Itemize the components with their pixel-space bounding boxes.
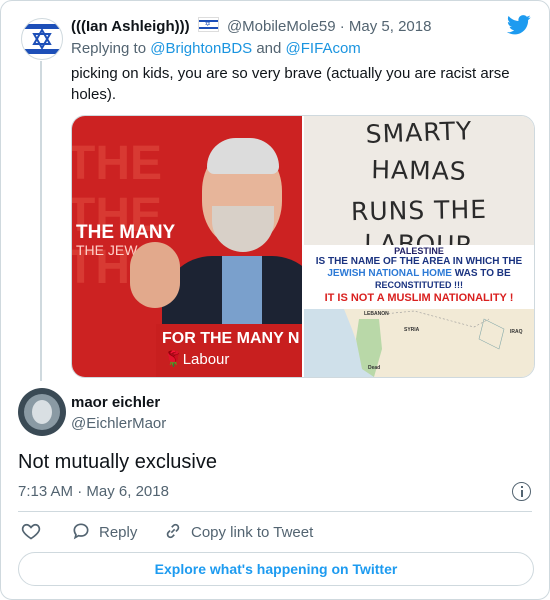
tweet-text: Not mutually exclusive bbox=[18, 451, 217, 473]
tweet-text: picking on kids, you are so very brave (… bbox=[71, 65, 510, 103]
israel-flag-icon: ✡ bbox=[197, 17, 219, 32]
star-of-david-icon bbox=[32, 27, 52, 51]
parent-tweet: (((Ian Ashleigh))) ✡ @MobileMole59 · May… bbox=[1, 1, 549, 381]
explore-button[interactable]: Explore what's happening on Twitter bbox=[18, 552, 534, 586]
poster-line: JEWISH NATIONAL HOME WAS TO BE bbox=[327, 268, 511, 279]
avatar[interactable] bbox=[21, 18, 63, 60]
replying-to: Replying to @BrightonBDS and @FIFAcom bbox=[71, 40, 361, 57]
avatar[interactable] bbox=[18, 388, 66, 436]
person-beard bbox=[212, 206, 274, 252]
reply-button[interactable]: Reply bbox=[71, 521, 137, 544]
handwritten-line: LABOUR bbox=[363, 229, 475, 245]
handwritten-line: HAMAS bbox=[371, 155, 467, 186]
embedded-tweet-card: (((Ian Ashleigh))) ✡ @MobileMole59 · May… bbox=[0, 0, 550, 600]
like-button[interactable] bbox=[21, 521, 41, 544]
divider bbox=[18, 511, 532, 512]
parent-tweet-header: (((Ian Ashleigh))) ✡ @MobileMole59 · May… bbox=[71, 17, 431, 37]
tweet-date[interactable]: May 5, 2018 bbox=[349, 18, 432, 35]
banner-text: THE MANY bbox=[76, 222, 176, 243]
link-icon bbox=[166, 523, 180, 539]
thread-connector bbox=[40, 61, 42, 381]
person-hand bbox=[130, 242, 180, 308]
map-label: LEBANON bbox=[364, 311, 389, 317]
poster-headline: IT IS NOT A MUSLIM NATIONALITY ! bbox=[324, 292, 514, 304]
media-grid[interactable]: THE THE THE THE MANY THE JEW FOR THE MANY … bbox=[71, 115, 535, 378]
poster-map: LEBANON SYRIA IRAQ Dead bbox=[304, 309, 534, 377]
handwritten-line: RUNS THE bbox=[350, 194, 488, 227]
poster-line: RECONSTITUTED !!! bbox=[375, 280, 463, 290]
map-label: SYRIA bbox=[404, 327, 420, 333]
handle[interactable]: @EichlerMaor bbox=[71, 414, 166, 434]
reply-label: Reply bbox=[99, 524, 138, 541]
map-label: Dead bbox=[368, 365, 381, 371]
tweet-timestamp[interactable]: 7:13 AM · May 6, 2018 bbox=[18, 482, 169, 502]
person-hair bbox=[207, 138, 279, 174]
sign-text: 🌹Labour bbox=[164, 351, 230, 368]
sign-text: FOR THE MANY N bbox=[162, 330, 300, 347]
copy-link-button[interactable]: Copy link to Tweet bbox=[163, 521, 313, 544]
separator: · bbox=[339, 18, 345, 35]
mention-link[interactable]: @BrightonBDS bbox=[150, 40, 252, 57]
heart-icon bbox=[21, 523, 41, 540]
map-label: IRAQ bbox=[510, 329, 523, 335]
copy-link-label: Copy link to Tweet bbox=[191, 524, 314, 541]
banner-text: THE JEW bbox=[76, 242, 138, 258]
media-image-rally-speaker[interactable]: THE THE THE THE MANY THE JEW FOR THE MANY … bbox=[72, 116, 302, 377]
handle[interactable]: @MobileMole59 bbox=[227, 18, 336, 35]
mention-link[interactable]: @FIFAcom bbox=[286, 40, 361, 57]
map-shapes bbox=[304, 309, 534, 377]
display-name[interactable]: (((Ian Ashleigh))) bbox=[71, 18, 190, 35]
display-name[interactable]: maor eichler bbox=[71, 393, 160, 413]
handwritten-line: SMARTY bbox=[365, 116, 473, 149]
reply-bubble-icon bbox=[73, 523, 89, 540]
media-image-map-poster[interactable]: PALESTINE IS THE NAME OF THE AREA IN WHI… bbox=[304, 247, 534, 377]
poster-cut-line: PALESTINE bbox=[394, 247, 444, 256]
poster-line: IS THE NAME OF THE AREA IN WHICH THE bbox=[315, 256, 523, 267]
info-icon[interactable] bbox=[512, 482, 531, 501]
twitter-bird-icon[interactable] bbox=[507, 15, 531, 35]
media-image-handwritten-sign[interactable]: SMARTY HAMAS RUNS THE LABOUR bbox=[304, 116, 534, 245]
